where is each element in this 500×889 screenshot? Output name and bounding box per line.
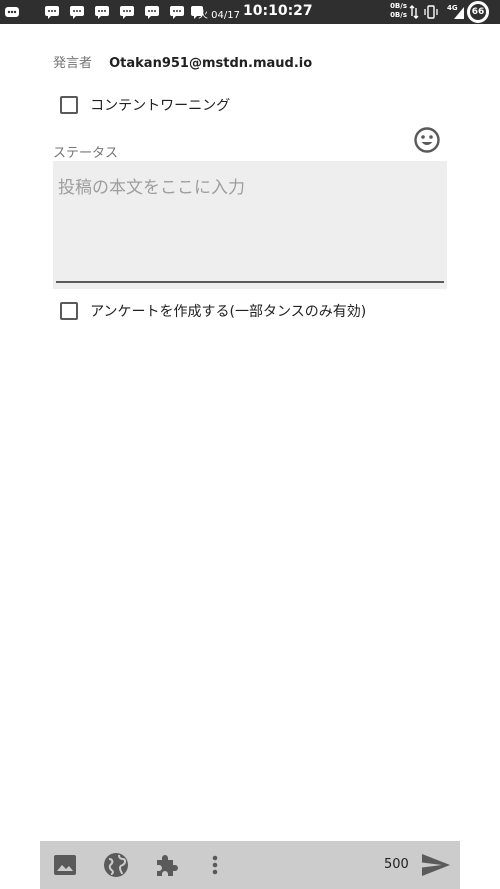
net-up: 0B/s xyxy=(390,2,407,10)
character-count: 500 xyxy=(384,857,409,872)
poll-row[interactable]: アンケートを作成する(一部タンスのみ有効) xyxy=(60,300,366,320)
status-bar: 火 04/17 10:10:27 0B/s 0B/s 4G 66 xyxy=(0,0,500,24)
status-placeholder: 投稿の本文をここに入力 xyxy=(58,178,245,198)
chat-icon xyxy=(45,6,59,19)
account-label: 発言者 xyxy=(53,56,93,71)
status-input[interactable]: 投稿の本文をここに入力 xyxy=(53,161,447,289)
status-date: 火 04/17 xyxy=(198,10,240,21)
net-down: 0B/s xyxy=(390,11,407,19)
status-input-underline xyxy=(56,281,444,283)
account-row: 発言者 Otakan951@mstdn.maud.io xyxy=(53,52,312,72)
puzzle-icon[interactable] xyxy=(153,851,181,879)
vibrate-icon xyxy=(424,5,438,19)
more-vert-icon[interactable] xyxy=(206,851,224,879)
battery-indicator: 66 xyxy=(467,1,489,23)
account-selector[interactable]: Otakan951@mstdn.maud.io xyxy=(109,56,312,71)
content-warning-label: コンテントワーニング xyxy=(90,97,231,114)
content-warning-checkbox[interactable] xyxy=(60,95,78,114)
compose-screen: 火 04/17 10:10:27 0B/s 0B/s 4G 66 発言者 Ota… xyxy=(0,0,500,889)
more-icon xyxy=(5,7,19,17)
status-label: ステータス xyxy=(53,146,119,161)
image-icon[interactable] xyxy=(51,851,79,879)
network-speed: 0B/s 0B/s xyxy=(387,2,407,20)
poll-checkbox[interactable] xyxy=(60,301,78,320)
signal-icon xyxy=(454,7,464,19)
poll-label: アンケートを作成する(一部タンスのみ有効) xyxy=(90,303,367,320)
content-warning-row[interactable]: コンテントワーニング xyxy=(60,94,230,114)
chat-icon xyxy=(170,6,184,19)
globe-icon[interactable] xyxy=(102,851,130,879)
chat-icon xyxy=(145,6,159,19)
data-transfer-icon xyxy=(409,5,419,19)
send-icon[interactable] xyxy=(420,851,452,879)
chat-icon xyxy=(95,6,109,19)
chat-icon xyxy=(120,6,134,19)
status-time: 10:10:27 xyxy=(243,3,313,19)
bottom-toolbar: 500 xyxy=(40,841,460,889)
chat-icon xyxy=(70,6,84,19)
battery-level: 66 xyxy=(470,4,486,20)
emoji-icon[interactable] xyxy=(413,126,441,154)
